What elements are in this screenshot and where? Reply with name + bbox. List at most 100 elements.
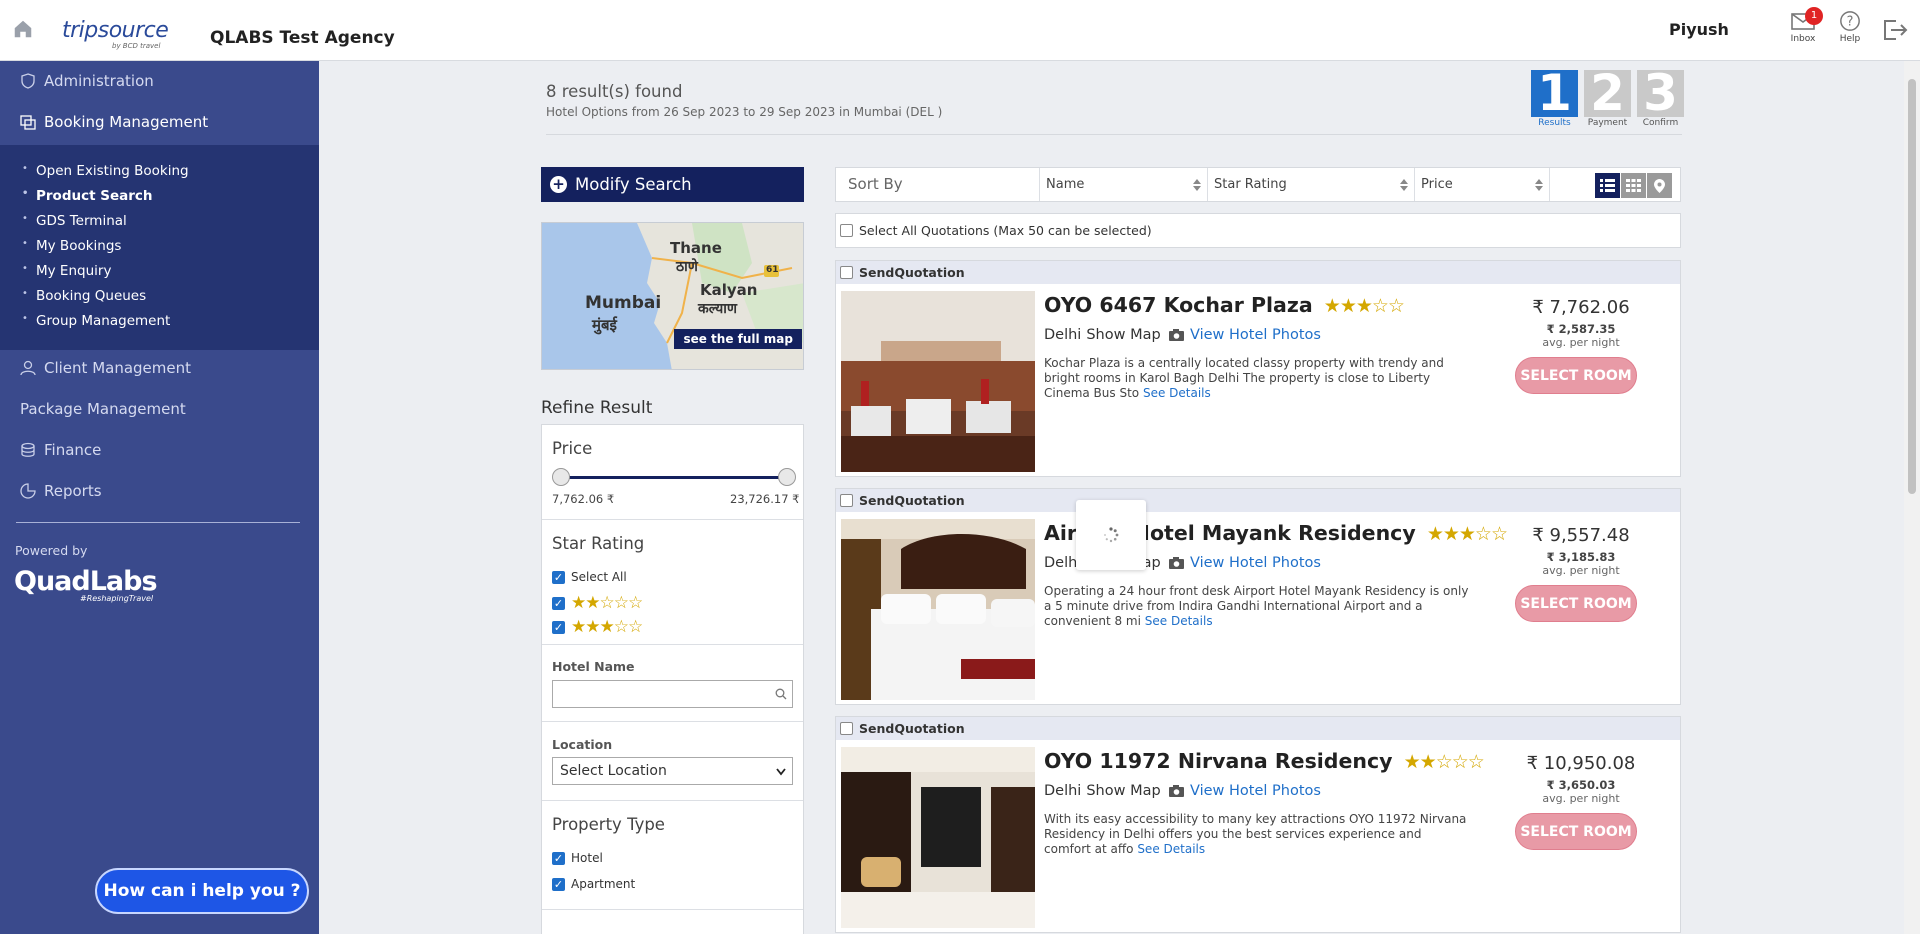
submenu-booking-queues[interactable]: Booking Queues [22,288,146,304]
logout-icon[interactable] [1882,18,1908,42]
view-photos-link[interactable]: View Hotel Photos [1169,783,1321,799]
hotel-image[interactable] [841,291,1035,472]
hotel-name-input[interactable] [552,680,793,708]
hotel-star-rating: ★★★☆☆ [1323,295,1405,317]
view-photos-link[interactable]: View Hotel Photos [1169,555,1321,571]
price-slider-track [562,476,787,479]
checkbox-checked[interactable]: ✓ [552,596,565,610]
chat-help-button[interactable]: How can i help you ? [95,868,309,914]
list-view-button[interactable] [1595,173,1620,198]
map-label-kalyan: Kalyan [700,281,758,299]
checkbox-unchecked[interactable] [840,224,853,237]
sidebar-item-reports[interactable]: Reports [20,482,102,500]
sidebar-item-package-management[interactable]: Package Management [20,400,186,418]
map-label-mumbai: Mumbai [585,293,662,313]
send-quotation-row[interactable]: SendQuotation [836,717,1680,740]
star-filter-title: Star Rating [552,534,645,553]
step-label: Confirm [1642,118,1679,128]
checkbox-unchecked[interactable] [840,266,853,279]
map-preview[interactable]: Thane ठाणे Kalyan कल्याण Mumbai मुंबई 61… [541,222,804,370]
star-select-all[interactable]: ✓ Select All [552,570,627,584]
checkbox-unchecked[interactable] [840,494,853,507]
checkbox-checked[interactable]: ✓ [552,877,565,891]
submenu-my-enquiry[interactable]: My Enquiry [22,263,112,279]
sort-by-price[interactable]: Price [1415,168,1550,201]
map-road-number: 61 [766,265,779,275]
star-option-2[interactable]: ✓ ★★☆☆☆ [552,593,643,613]
scrollbar-thumb[interactable] [1908,79,1916,494]
sort-arrows-icon [1193,179,1201,191]
see-details-link[interactable]: See Details [1145,614,1213,628]
checkbox-checked[interactable]: ✓ [552,851,565,865]
home-icon[interactable] [12,18,34,40]
select-room-button[interactable]: SELECT ROOM [1515,585,1637,622]
location-select[interactable]: Select Location [552,757,793,785]
modify-search-button[interactable]: + Modify Search [541,167,804,202]
camera-icon [1169,557,1184,569]
price-slider-max-handle[interactable] [778,468,796,486]
property-option-hotel[interactable]: ✓ Hotel [552,851,603,865]
sort-by-name[interactable]: Name [1040,168,1208,201]
hotel-location: Delhi Show Map [1044,327,1161,343]
show-map-link[interactable]: Show Map [1086,783,1160,799]
checkbox-unchecked[interactable] [840,722,853,735]
show-map-link[interactable]: Show Map [1086,327,1160,343]
location-filter: Location Select Location [542,722,803,801]
help-button[interactable]: ? Help [1830,10,1870,44]
step-number: 3 [1637,70,1684,117]
sidebar-item-booking-management[interactable]: Booking Management [20,113,208,131]
map-view-button[interactable] [1647,173,1672,198]
results-subtitle: Hotel Options from 26 Sep 2023 to 29 Sep… [546,105,943,119]
see-details-link[interactable]: See Details [1137,842,1205,856]
hotel-name[interactable]: OYO 6467 Kochar Plaza ★★★☆☆ [1044,293,1405,317]
tripsource-logo[interactable]: tripsource [62,18,169,43]
hotel-night-price: ₹ 3,185.83 [1546,550,1616,564]
hotel-image[interactable] [841,519,1035,700]
submenu-group-management[interactable]: Group Management [22,313,170,329]
page-scrollbar[interactable] [1904,61,1920,934]
sidebar-item-client-management[interactable]: Client Management [20,359,191,377]
avg-per-night-label: avg. per night [1542,336,1620,349]
sidebar-item-finance[interactable]: Finance [20,441,101,459]
submenu-my-bookings[interactable]: My Bookings [22,238,122,254]
sort-arrows-icon [1535,179,1543,191]
hotel-description-text: Operating a 24 hour front desk Airport H… [1044,584,1469,628]
select-all-quotations[interactable]: Select All Quotations (Max 50 can be sel… [835,213,1681,248]
hotel-name[interactable]: OYO 11972 Nirvana Residency ★★☆☆☆ [1044,749,1485,773]
checkbox-checked[interactable]: ✓ [552,570,565,584]
send-quotation-row[interactable]: SendQuotation [836,261,1680,284]
view-photos-link[interactable]: View Hotel Photos [1169,327,1321,343]
star-option-3[interactable]: ✓ ★★★☆☆ [552,617,643,637]
property-option-apartment[interactable]: ✓ Apartment [552,877,635,891]
grid-view-button[interactable] [1621,173,1646,198]
checkbox-checked[interactable]: ✓ [552,620,565,634]
select-room-button[interactable]: SELECT ROOM [1515,357,1637,394]
hotel-city: Delhi [1044,783,1082,799]
map-view-icon [1654,178,1665,193]
sidebar-item-label: Finance [44,441,102,459]
submenu-open-existing-booking[interactable]: Open Existing Booking [22,163,189,179]
hotel-total-price: ₹ 7,762.06 [1532,297,1630,318]
send-quotation-row[interactable]: SendQuotation [836,489,1680,512]
user-name[interactable]: Piyush [1669,20,1729,39]
property-type-title: Property Type [552,815,665,834]
filter-panel: Price 7,762.06 ₹ 23,726.17 ₹ Star Rating… [541,424,804,934]
see-details-link[interactable]: See Details [1143,386,1211,400]
plus-icon: + [550,176,567,193]
sort-price-label: Price [1421,177,1453,192]
select-room-button[interactable]: SELECT ROOM [1515,813,1637,850]
hotel-description: With its easy accessibility to many key … [1044,812,1469,857]
inbox-button[interactable]: 1 Inbox [1783,7,1823,44]
sidebar-item-administration[interactable]: Administration [20,72,154,90]
hotel-description-text: Kochar Plaza is a centrally located clas… [1044,356,1444,400]
star-rating-icon: ★★☆☆☆ [571,593,643,613]
camera-icon [1169,329,1184,341]
location-title: Location [552,737,613,752]
submenu-gds-terminal[interactable]: GDS Terminal [22,213,127,229]
hotel-image[interactable] [841,747,1035,928]
full-map-button[interactable]: see the full map [674,329,802,349]
submenu-product-search[interactable]: Product Search [22,188,152,204]
sort-by-star-rating[interactable]: Star Rating [1208,168,1415,201]
price-slider-min-handle[interactable] [552,468,570,486]
step-results: 1 Results [1531,70,1578,128]
